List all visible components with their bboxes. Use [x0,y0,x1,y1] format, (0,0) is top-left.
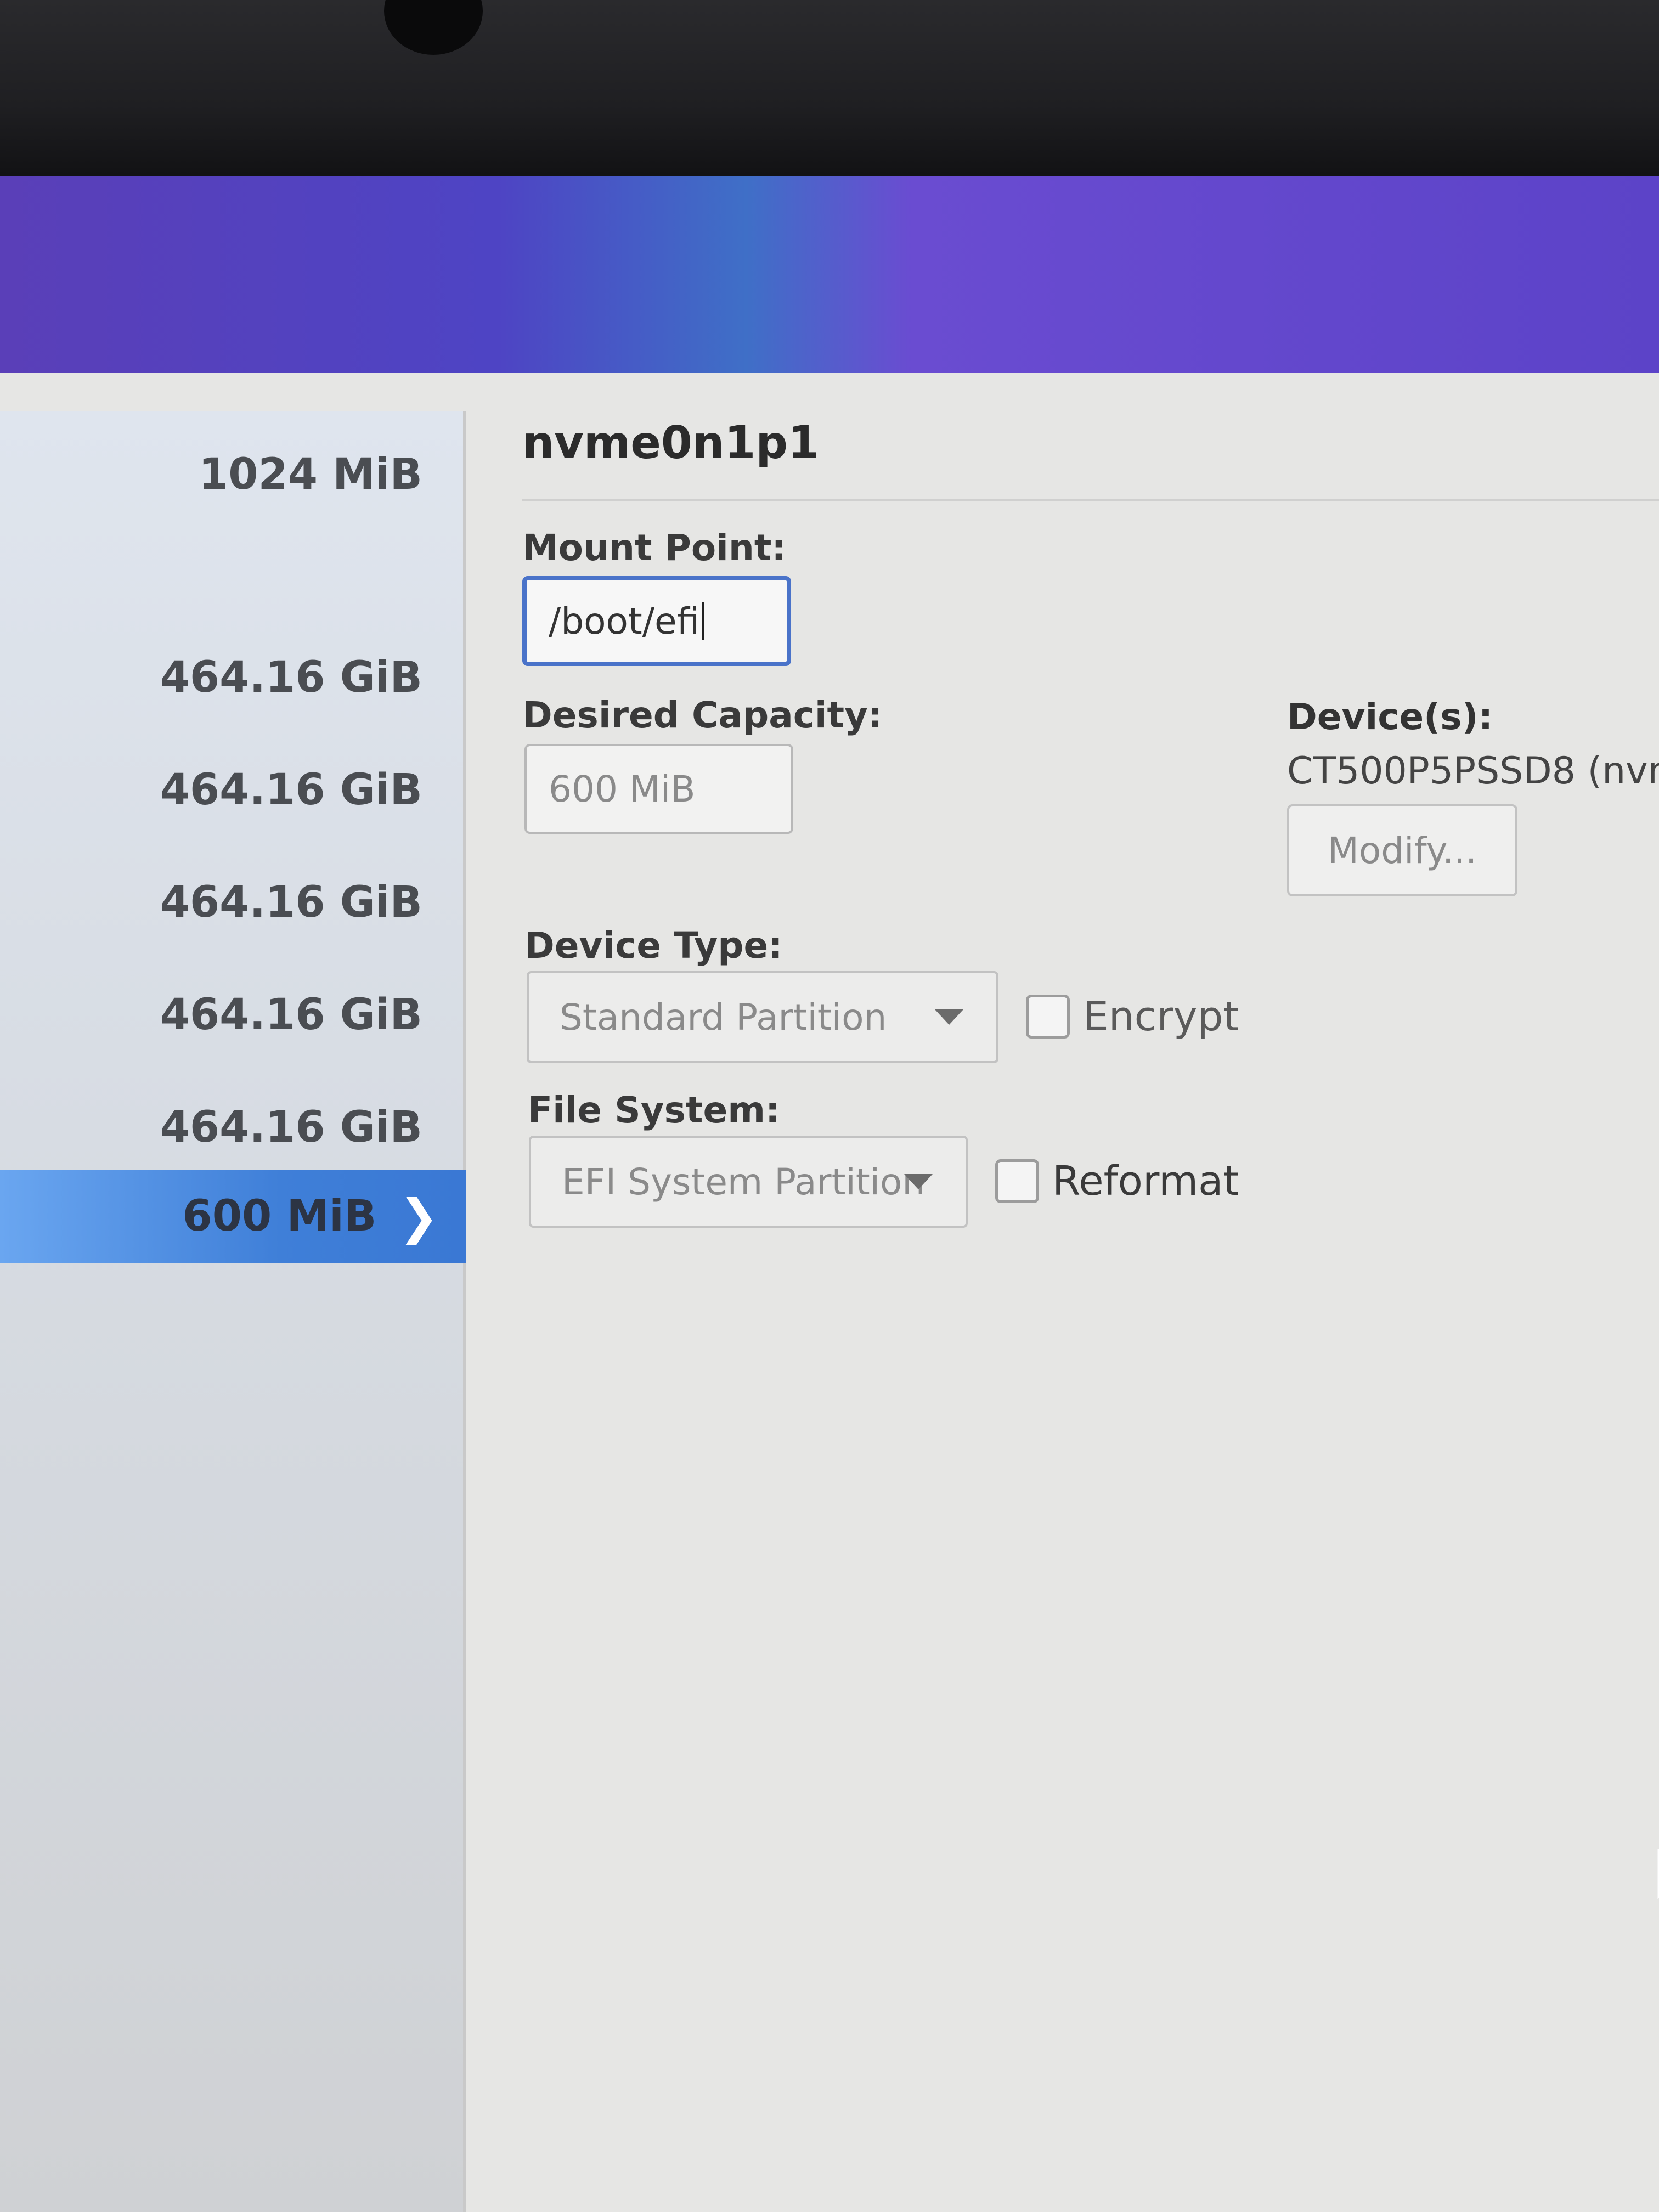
file-system-value: EFI System Partition [562,1160,926,1203]
installer-screen: 1024 MiB 464.16 GiB 464.16 GiB 464.16 Gi… [0,176,1659,2212]
title-divider [522,499,1659,501]
header-bar [0,176,1659,373]
desired-capacity-input[interactable]: 600 MiB [524,744,793,834]
webcam [384,0,483,55]
mount-point-input[interactable]: /boot/efi [522,576,791,666]
partition-size: 1024 MiB [198,450,422,499]
partition-row[interactable]: 464.16 GiB [0,1081,466,1174]
partition-row-selected[interactable]: 600 MiB ❯ [0,1170,466,1263]
partition-row[interactable]: 464.16 GiB [0,968,466,1062]
device-type-label: Device Type: [524,924,783,967]
reformat-label: Reformat [1052,1158,1239,1205]
partition-row[interactable]: 464.16 GiB [0,743,466,837]
partition-size: 464.16 GiB [160,878,422,927]
encrypt-label: Encrypt [1083,993,1239,1040]
chevron-right-icon: ❯ [398,1188,439,1245]
file-system-label: File System: [528,1089,780,1131]
file-system-dropdown[interactable]: EFI System Partition [529,1136,968,1228]
partition-size: 464.16 GiB [160,1103,422,1152]
partition-details: nvme0n1p1 Mount Point: /boot/efi Desired… [470,395,1659,2212]
partition-size: 464.16 GiB [160,990,422,1040]
encrypt-checkbox[interactable] [1026,995,1070,1039]
devices-value: CT500P5PSSD8 (nvme [1287,749,1659,793]
partition-size: 464.16 GiB [160,653,422,702]
encrypt-option[interactable]: Encrypt [1026,993,1239,1040]
partition-row[interactable]: 464.16 GiB [0,631,466,724]
dropdown-arrow-icon [904,1174,933,1189]
desired-capacity-label: Desired Capacity: [522,694,883,736]
mount-point-label: Mount Point: [522,527,786,569]
modify-button-label: Modify... [1327,829,1477,872]
device-type-dropdown[interactable]: Standard Partition [527,971,998,1063]
partition-list: 1024 MiB 464.16 GiB 464.16 GiB 464.16 Gi… [0,411,466,2212]
laptop-bezel [0,0,1659,176]
modify-button[interactable]: Modify... [1287,804,1517,896]
desired-capacity-value: 600 MiB [549,768,696,810]
text-caret [702,602,704,640]
partition-name: nvme0n1p1 [522,417,820,469]
mount-point-value: /boot/efi [549,600,700,642]
reformat-checkbox[interactable] [995,1159,1039,1203]
partition-row[interactable]: 1024 MiB [0,428,466,521]
partition-size: 464.16 GiB [160,765,422,815]
reformat-option[interactable]: Reformat [995,1158,1239,1205]
mouse-pointer-icon [1657,1849,1659,1899]
device-type-value: Standard Partition [560,996,887,1039]
dropdown-arrow-icon [935,1009,963,1025]
partition-size: 600 MiB [182,1192,377,1241]
partition-row[interactable]: 464.16 GiB [0,856,466,949]
devices-label: Device(s): [1287,696,1493,738]
